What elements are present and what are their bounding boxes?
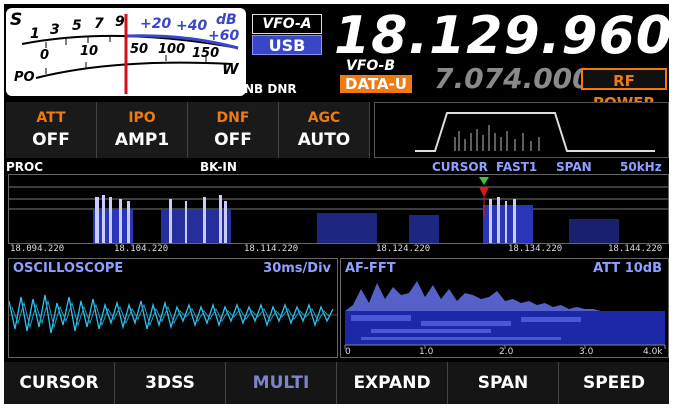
att-label: ATT xyxy=(36,110,66,126)
vfo-a-frequency[interactable]: 18.129.960 xyxy=(334,6,669,66)
speed-button[interactable]: SPEED xyxy=(559,362,669,404)
agc-button[interactable]: AGC AUTO xyxy=(279,102,370,158)
db-tick-60: +60 xyxy=(208,28,240,44)
spectrum-freq-1: 18.094.220 xyxy=(10,244,65,254)
agc-label: AGC xyxy=(307,110,341,126)
vfo-b-label[interactable]: VFO-B xyxy=(346,58,395,74)
db-tick-40: +40 xyxy=(176,18,208,34)
multi-button[interactable]: MULTI xyxy=(226,362,337,404)
cursor-status: CURSOR xyxy=(432,160,488,174)
s-label: S xyxy=(10,10,23,30)
bk-in-indicator: BK-IN xyxy=(200,160,237,174)
mini-scope-display xyxy=(374,102,669,158)
db-tick-20: +20 xyxy=(140,16,172,32)
fast-status: FAST1 xyxy=(496,160,538,174)
db-label: dB xyxy=(216,12,237,28)
soft-key-row: CURSOR 3DSS MULTI EXPAND SPAN SPEED xyxy=(4,362,669,404)
ipo-value: AMP1 xyxy=(114,130,170,150)
af-fft-scale-1: 1.0 xyxy=(419,347,434,357)
rf-power-button[interactable]: RF POWER xyxy=(581,68,667,112)
oscilloscope-trace xyxy=(9,294,337,334)
po-tick-10: 10 xyxy=(80,44,99,59)
s-tick-5: 5 xyxy=(72,18,82,34)
af-fft-scale-3: 3.0 xyxy=(579,347,594,357)
po-label: PO xyxy=(14,70,35,85)
cursor-marker-green xyxy=(479,177,489,185)
po-tick-50: 50 xyxy=(130,42,149,57)
span-button[interactable]: SPAN xyxy=(448,362,559,404)
3dss-button[interactable]: 3DSS xyxy=(115,362,226,404)
spectrum-freq-2: 18.104.220 xyxy=(114,244,169,254)
cursor-marker-red xyxy=(479,187,489,197)
po-tick-100: 100 xyxy=(158,42,186,57)
expand-button[interactable]: EXPAND xyxy=(337,362,448,404)
s-tick-3: 3 xyxy=(50,22,60,38)
oscilloscope-panel[interactable]: OSCILLOSCOPE 30ms/Div xyxy=(8,258,338,358)
spectrum-waterfall[interactable] xyxy=(8,174,669,244)
agc-value: AUTO xyxy=(297,130,351,150)
af-fft-scale-2: 2.0 xyxy=(499,347,514,357)
spectrum-freq-5: 18.134.220 xyxy=(508,244,563,254)
s-tick-1: 1 xyxy=(30,26,40,42)
att-value: OFF xyxy=(32,130,70,150)
mode-data-u-badge[interactable]: DATA-U xyxy=(340,75,412,93)
dnf-button[interactable]: DNF OFF xyxy=(188,102,279,158)
dnf-value: OFF xyxy=(214,130,252,150)
spectrum-freq-3: 18.114.220 xyxy=(244,244,299,254)
af-fft-scale-0: 0 xyxy=(345,347,351,357)
spectrum-freq-6: 18.144.220 xyxy=(608,244,663,254)
po-tick-150: 150 xyxy=(192,46,220,61)
spectrum-graphics xyxy=(9,177,668,243)
span-status: SPAN xyxy=(556,160,592,174)
mini-scope-trace xyxy=(415,112,655,152)
w-label: W xyxy=(222,60,239,78)
radio-display: S 1 3 5 7 9 +20 +40 dB +60 0 10 50 100 1… xyxy=(4,4,669,404)
s-meter: S 1 3 5 7 9 +20 +40 dB +60 0 10 50 100 1… xyxy=(6,8,246,96)
vfo-a-label[interactable]: VFO-A xyxy=(252,14,322,34)
po-tick-0: 0 xyxy=(40,48,50,63)
s-tick-7: 7 xyxy=(94,16,104,32)
span-value: 50kHz xyxy=(620,160,662,174)
af-fft-graph xyxy=(344,281,666,349)
cursor-button[interactable]: CURSOR xyxy=(4,362,115,404)
vfo-b-frequency[interactable]: 7.074.000 xyxy=(434,62,592,95)
af-fft-scale-4: 4.0k xyxy=(643,347,663,357)
ipo-button[interactable]: IPO AMP1 xyxy=(97,102,188,158)
dnf-label: DNF xyxy=(216,110,250,126)
att-button[interactable]: ATT OFF xyxy=(6,102,97,158)
af-fft-panel[interactable]: AF-FFT ATT 10dB 0 1.0 2.0 3.0 4.0k xyxy=(340,258,669,358)
proc-indicator: PROC xyxy=(6,160,44,174)
nb-dnr-indicator: NB DNR xyxy=(244,82,297,96)
mode-usb-badge[interactable]: USB xyxy=(252,35,322,55)
s-tick-9: 9 xyxy=(115,14,125,30)
spectrum-freq-4: 18.124.220 xyxy=(376,244,431,254)
ipo-label: IPO xyxy=(128,110,156,126)
